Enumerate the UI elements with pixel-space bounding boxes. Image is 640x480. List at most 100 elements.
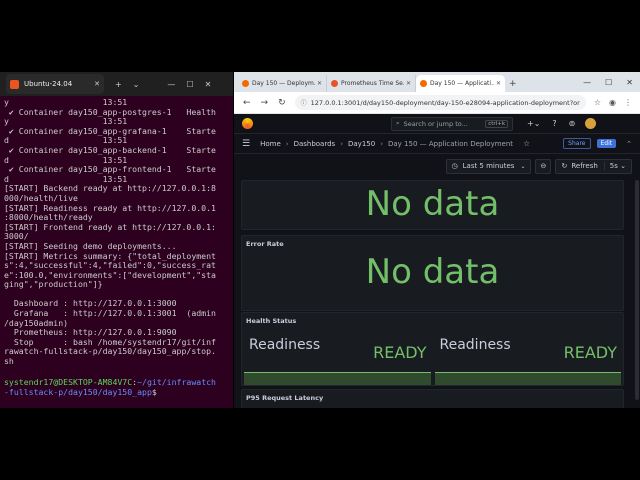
scrollbar[interactable]: [635, 180, 639, 400]
browser-tab[interactable]: Prometheus Time Se... ✕: [327, 75, 416, 92]
tab-close-icon[interactable]: ✕: [406, 80, 411, 87]
panel-health-status[interactable]: Health Status Readiness READY Readiness …: [241, 312, 624, 386]
terminal-line: [START] Frontend ready at http://127.0.0…: [4, 221, 216, 232]
add-icon[interactable]: +⌄: [527, 119, 540, 128]
share-button[interactable]: Share: [563, 138, 591, 149]
breadcrumb-current: Day 150 — Application Deployment: [388, 139, 514, 148]
url-input[interactable]: ⓘ 127.0.0.1:3001/d/day150-deployment/day…: [294, 95, 586, 110]
browser-tabbar: Day 150 — Deploym... ✕ Prometheus Time S…: [234, 72, 640, 92]
breadcrumb-sep: ›: [285, 139, 289, 148]
panel-title: Health Status: [246, 317, 297, 325]
refresh-interval-select[interactable]: 5s ⌄: [603, 162, 626, 170]
panel-title: Error Rate: [246, 240, 284, 248]
chevron-down-icon: ⌄: [520, 162, 526, 170]
prompt-user: systendr17@DESKTOP-AM84V7C: [4, 377, 133, 388]
help-icon[interactable]: ?: [552, 119, 556, 128]
no-data-text: No data: [365, 184, 500, 224]
grafana-favicon-icon: [420, 80, 427, 87]
breadcrumb-dashboards[interactable]: Dashboards: [294, 140, 336, 148]
breadcrumb: ☰ Home › Dashboards › Day150 › Day 150 —…: [234, 134, 640, 154]
breadcrumb-home[interactable]: Home: [260, 140, 281, 148]
search-input[interactable]: ⌕ Search or jump to... ctrl+k: [391, 116, 513, 131]
grafana-topbar: ⌕ Search or jump to... ctrl+k +⌄ ? ⊚: [234, 114, 640, 134]
maximize-button[interactable]: ☐: [605, 78, 612, 87]
health-stat[interactable]: Readiness READY: [434, 329, 621, 385]
tab-title: Day 150 — Applicati...: [430, 80, 494, 87]
new-tab-button[interactable]: +: [509, 79, 517, 89]
search-icon: ⌕: [396, 119, 400, 127]
terminal-output[interactable]: y 13:51 ✔ Container day150_app-postgres-…: [0, 96, 233, 378]
grafana-favicon-icon: [242, 80, 249, 87]
prompt-path: ~/git/infrawatch: [137, 377, 216, 388]
dashboard-controls: ◷ Last 5 minutes ⌄ ⊖ ↻ Refresh 5s ⌄: [234, 154, 640, 178]
terminal-tab[interactable]: Ubuntu-24.04 ✕: [6, 74, 104, 94]
terminal-tab-title: Ubuntu-24.04: [24, 80, 73, 88]
health-label: Readiness: [249, 337, 321, 353]
url-text: 127.0.0.1:3001/d/day150-deployment/day-1…: [310, 98, 580, 107]
terminal-window[interactable]: Ubuntu-24.04 ✕ + ⌄ — ☐ ✕ y 13:51 ✔ Conta…: [0, 72, 233, 408]
refresh-label: Refresh: [571, 162, 598, 170]
search-placeholder: Search or jump to...: [403, 119, 468, 128]
maximize-button[interactable]: ☐: [186, 80, 193, 89]
panel-p95-latency[interactable]: P95 Request Latency: [241, 389, 624, 408]
health-value: READY: [563, 343, 617, 362]
minimize-button[interactable]: —: [167, 80, 175, 89]
tab-close-icon[interactable]: ✕: [317, 80, 322, 87]
collapse-icon[interactable]: ⌃: [626, 140, 632, 148]
breadcrumb-folder[interactable]: Day150: [348, 140, 375, 148]
minimize-button[interactable]: —: [583, 78, 591, 87]
breadcrumb-sep: ›: [380, 139, 383, 148]
window-controls: — ☐ ✕: [576, 72, 640, 92]
sparkline: [434, 372, 621, 385]
health-row: Readiness READY Readiness READY: [242, 329, 623, 385]
address-bar: ← → ↻ ⓘ 127.0.0.1:3001/d/day150-deployme…: [234, 92, 640, 114]
grafana-logo-icon[interactable]: [242, 118, 253, 129]
health-label: Readiness: [439, 337, 511, 353]
health-stat[interactable]: Readiness READY: [244, 329, 431, 385]
forward-button[interactable]: →: [261, 98, 269, 108]
tab-title: Prometheus Time Se...: [341, 80, 404, 87]
prometheus-favicon-icon: [331, 80, 338, 87]
avatar[interactable]: [585, 118, 597, 129]
panel-top[interactable]: No data: [241, 180, 624, 230]
close-button[interactable]: ✕: [626, 78, 633, 87]
menu-icon[interactable]: ☰: [242, 139, 250, 149]
grafana-app: ⌕ Search or jump to... ctrl+k +⌄ ? ⊚ ☰ H…: [234, 114, 640, 408]
refresh-button[interactable]: ↻ Refresh 5s ⌄: [555, 158, 632, 174]
terminal-line: sh: [4, 356, 14, 367]
panel-title: P95 Request Latency: [246, 394, 324, 402]
panel-error-rate[interactable]: Error Rate No data: [241, 235, 624, 311]
close-icon[interactable]: ✕: [94, 80, 100, 88]
reload-button[interactable]: ↻: [278, 98, 286, 108]
new-tab-button[interactable]: +: [115, 80, 122, 89]
prompt-end: $: [151, 386, 157, 397]
tab-close-icon[interactable]: ✕: [496, 80, 501, 87]
breadcrumb-sep: ›: [340, 139, 343, 148]
time-range-picker[interactable]: ◷ Last 5 minutes ⌄: [445, 158, 532, 174]
browser-tab[interactable]: Day 150 — Deploym... ✕: [238, 75, 327, 92]
terminal-prompt[interactable]: systendr17@DESKTOP-AM84V7C:~/git/infrawa…: [0, 377, 233, 399]
back-button[interactable]: ←: [243, 98, 251, 108]
terminal-titlebar: Ubuntu-24.04 ✕ + ⌄ — ☐ ✕: [0, 72, 233, 96]
browser-tab-active[interactable]: Day 150 — Applicati... ✕: [416, 75, 505, 92]
ubuntu-icon: [10, 79, 19, 89]
info-icon[interactable]: ⓘ: [301, 98, 307, 107]
edit-button[interactable]: Edit: [596, 139, 617, 148]
menu-icon[interactable]: ⋮: [624, 98, 632, 107]
terminal-line: ging","production"]}: [4, 279, 103, 290]
refresh-icon: ↻: [561, 162, 568, 170]
bookmark-star-icon[interactable]: ☆: [594, 98, 601, 107]
time-range-label: Last 5 minutes: [462, 162, 515, 170]
search-shortcut: ctrl+k: [485, 119, 508, 128]
zoom-out-button[interactable]: ⊖: [535, 158, 552, 174]
terminal-line: rawatch-fullstack-p/day150/day150_app/st…: [4, 346, 216, 357]
star-icon[interactable]: ☆: [523, 139, 530, 148]
chevron-down-icon[interactable]: ⌄: [133, 80, 140, 89]
browser-window[interactable]: Day 150 — Deploym... ✕ Prometheus Time S…: [234, 72, 640, 408]
close-button[interactable]: ✕: [205, 80, 212, 89]
prompt-path-cont: -fullstack-p/day150/day150_app: [4, 386, 152, 397]
profile-icon[interactable]: ◉: [609, 98, 616, 107]
news-icon[interactable]: ⊚: [569, 119, 576, 128]
no-data-text: No data: [365, 252, 500, 292]
